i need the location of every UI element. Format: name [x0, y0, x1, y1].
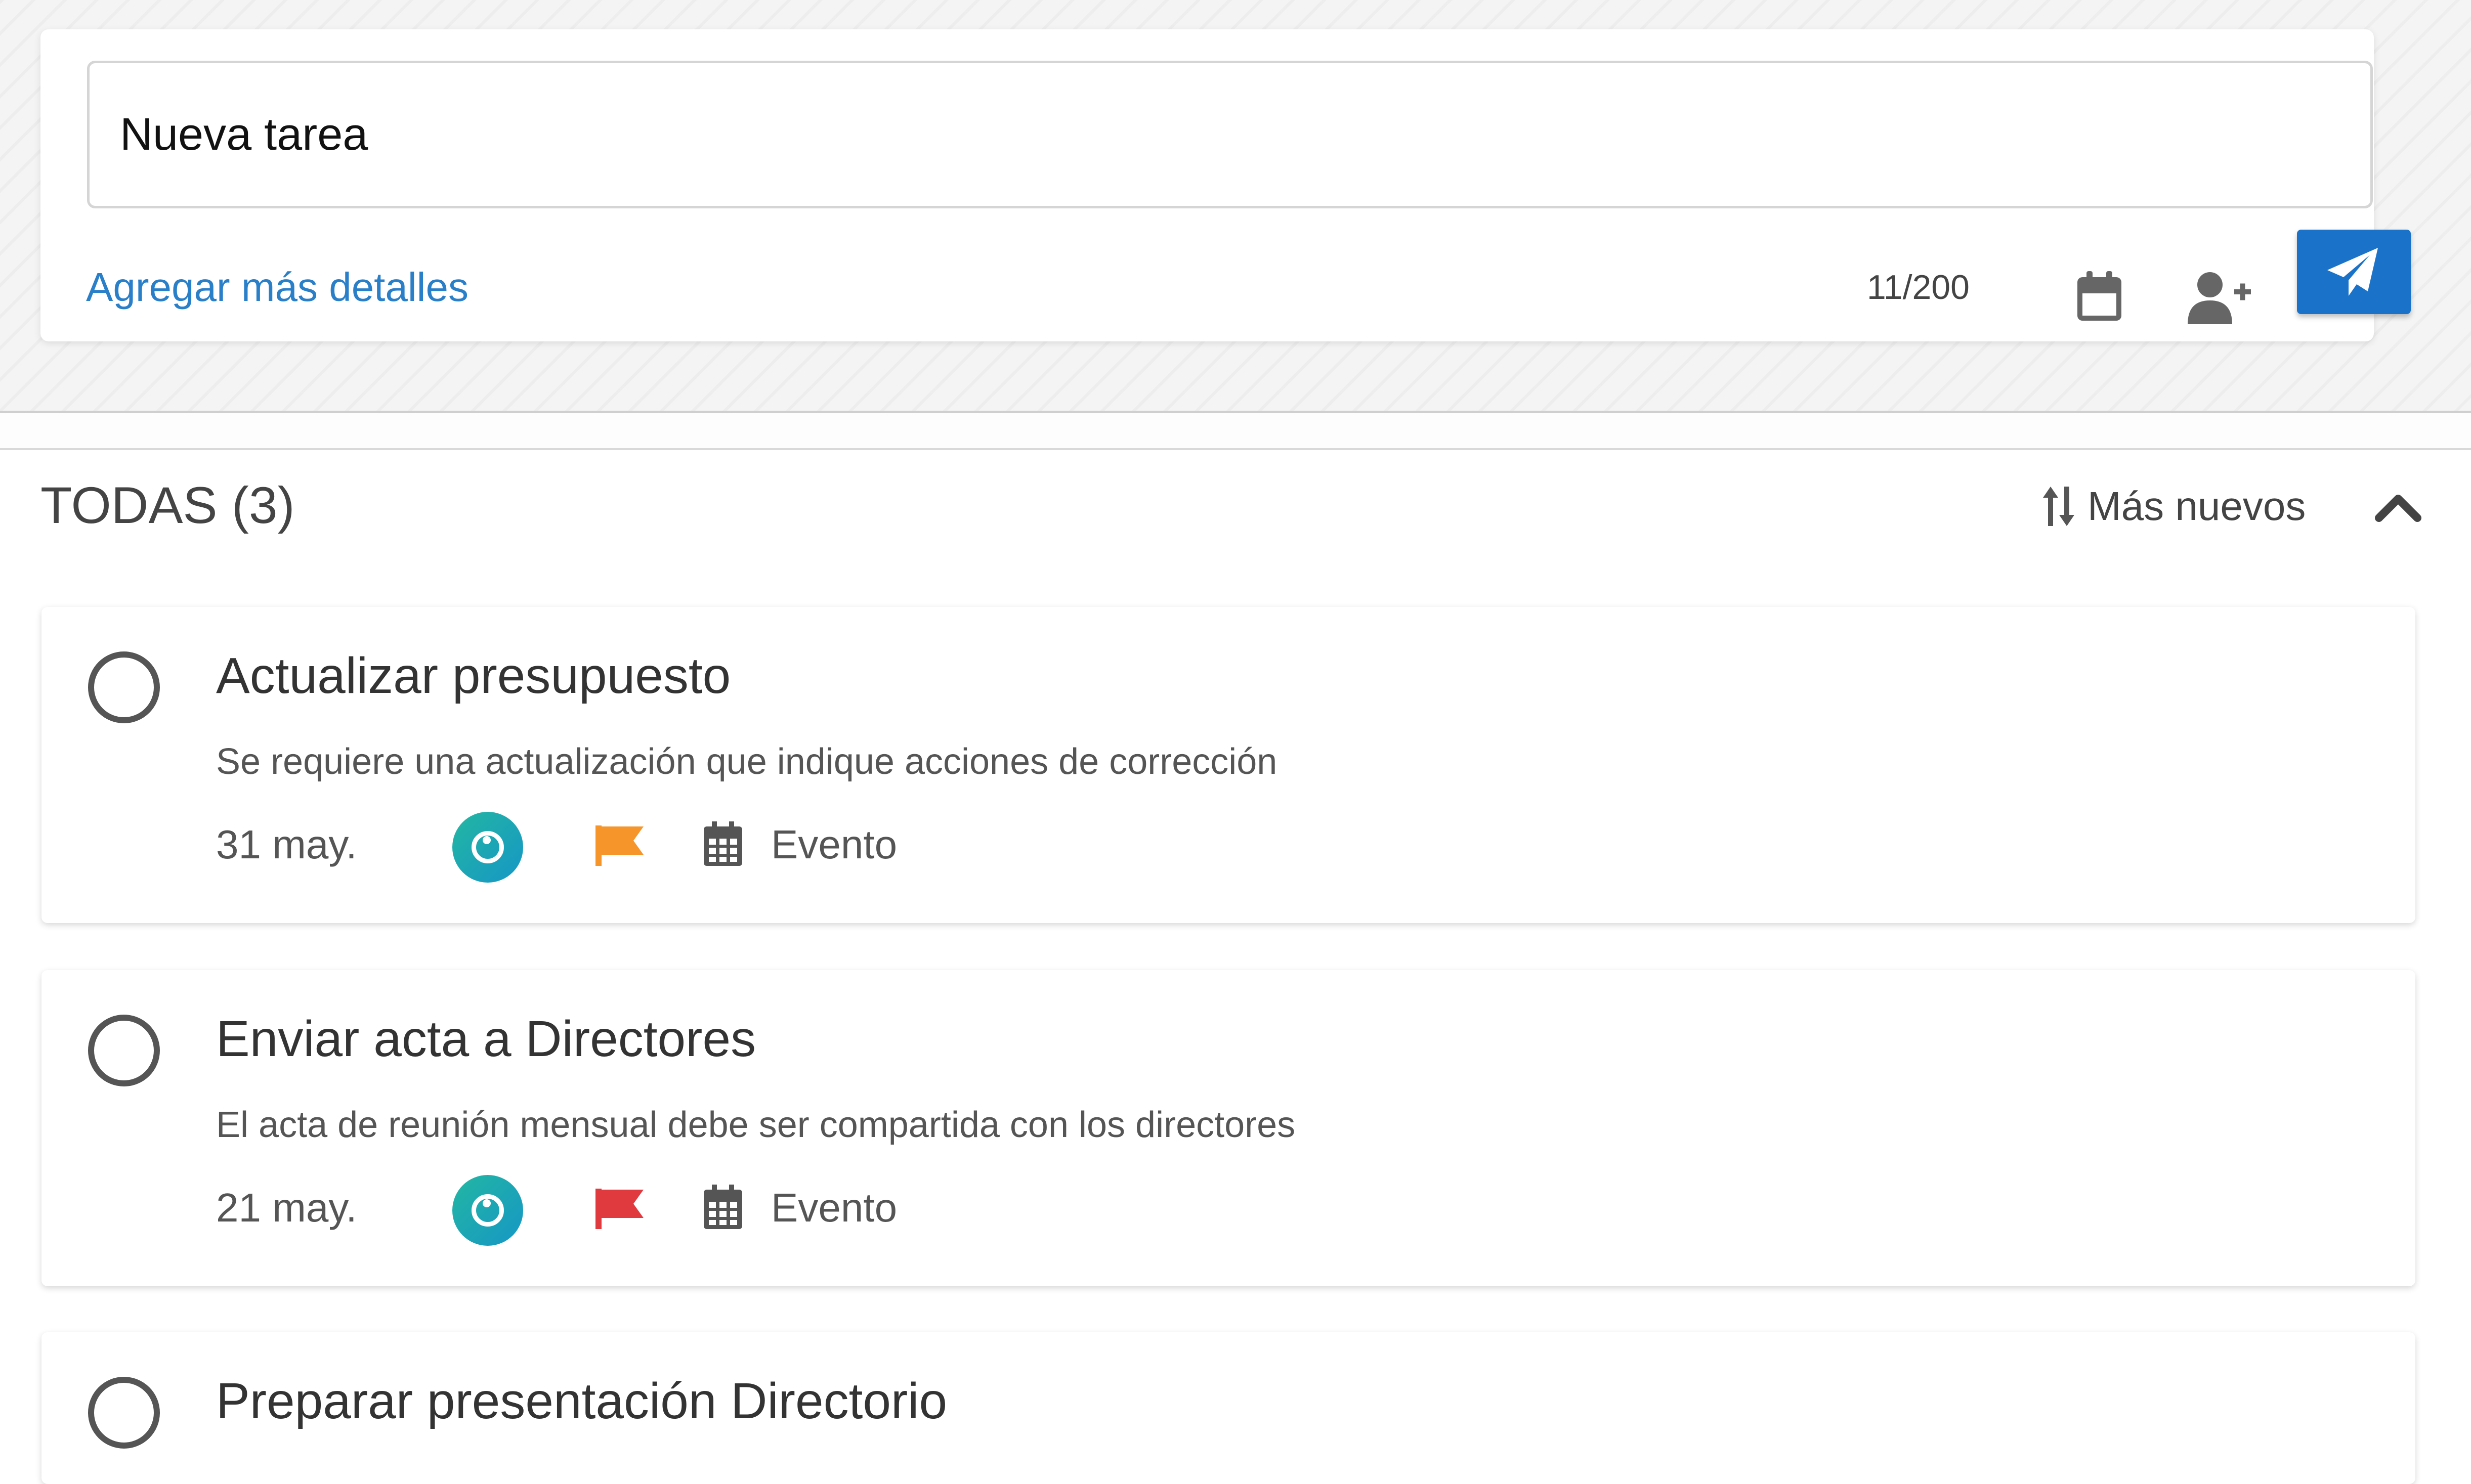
- complete-task-checkbox[interactable]: [88, 1015, 160, 1086]
- event-icon: [703, 821, 743, 867]
- complete-task-checkbox[interactable]: [88, 651, 160, 723]
- send-task-button[interactable]: [2297, 230, 2411, 314]
- priority-flag[interactable]: [595, 825, 644, 866]
- calendar-grid-icon: [704, 1185, 742, 1229]
- task-card[interactable]: Preparar presentación Directorio: [41, 1332, 2415, 1484]
- collapse-list-button[interactable]: [2373, 486, 2423, 526]
- task-due-date: 31 may.: [216, 822, 357, 867]
- task-event-label: Evento: [771, 1185, 898, 1230]
- assign-user-button[interactable]: [2188, 271, 2251, 324]
- assignee-avatar[interactable]: [452, 1175, 523, 1246]
- event-icon: [703, 1185, 743, 1230]
- section-gap: [0, 413, 2471, 449]
- assignee-avatar[interactable]: [452, 812, 523, 883]
- priority-flag[interactable]: [595, 1189, 644, 1229]
- sort-arrows-icon: [2043, 487, 2074, 526]
- task-description: El acta de reunión mensual debe ser comp…: [216, 1105, 1296, 1145]
- flag-icon: [595, 1189, 644, 1229]
- calendar-icon: [2077, 271, 2121, 321]
- new-task-area: Agregar más detalles 11/200: [0, 0, 2471, 411]
- complete-task-checkbox[interactable]: [88, 1377, 160, 1449]
- task-title[interactable]: Enviar acta a Directores: [216, 1014, 756, 1064]
- task-title[interactable]: Preparar presentación Directorio: [216, 1376, 947, 1426]
- list-section-title: TODAS (3): [40, 476, 295, 534]
- calendar-grid-icon: [704, 821, 742, 866]
- due-date-button[interactable]: [2075, 271, 2123, 322]
- new-task-input[interactable]: [87, 61, 2373, 208]
- sort-button[interactable]: Más nuevos: [2043, 484, 2306, 529]
- task-event-label: Evento: [771, 822, 898, 867]
- task-title[interactable]: Actualizar presupuesto: [216, 650, 731, 701]
- section-divider-lower: [0, 448, 2471, 450]
- task-composer: Agregar más detalles 11/200: [40, 29, 2411, 341]
- add-more-details-link[interactable]: Agregar más detalles: [86, 267, 468, 308]
- flag-icon: [595, 825, 644, 866]
- task-due-date: 21 may.: [216, 1185, 357, 1230]
- task-card[interactable]: Actualizar presupuesto Se requiere una a…: [41, 607, 2415, 923]
- paper-plane-icon: [2327, 248, 2378, 296]
- task-card[interactable]: Enviar acta a Directores El acta de reun…: [41, 970, 2415, 1286]
- character-counter: 11/200: [1867, 268, 1970, 307]
- sort-label: Más nuevos: [2087, 484, 2306, 529]
- task-description: Se requiere una actualización que indiqu…: [216, 741, 1277, 782]
- chevron-up-icon: [2375, 495, 2421, 522]
- user-plus-icon: [2188, 272, 2251, 324]
